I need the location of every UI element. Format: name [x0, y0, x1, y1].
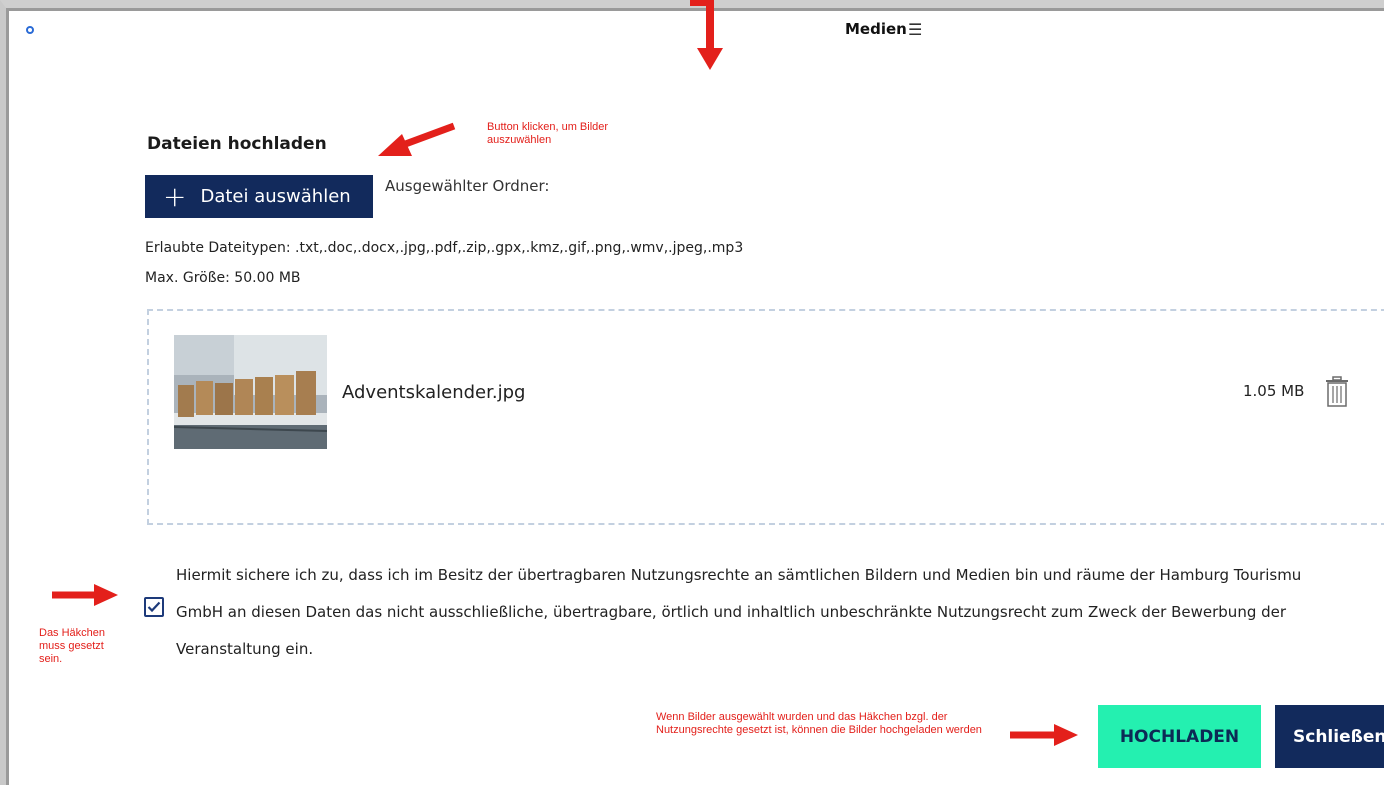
list-icon[interactable]: ☰	[908, 20, 922, 39]
section-title: Dateien hochladen	[147, 134, 327, 154]
consent-line-1: Hiermit sichere ich zu, dass ich im Besi…	[176, 566, 1302, 584]
annotation-arrow-left	[378, 122, 456, 156]
annotation-note-button: Button klicken, um Bilder auszuwählen	[487, 121, 609, 146]
consent-checkbox[interactable]	[144, 597, 164, 617]
file-size: 1.05 MB	[1243, 382, 1305, 400]
thumbnail-image	[174, 335, 327, 449]
selected-folder-label: Ausgewählter Ordner:	[385, 177, 550, 195]
plus-icon: +	[163, 179, 187, 213]
allowed-file-types: Erlaubte Dateitypen: .txt,.doc,.docx,.jp…	[145, 240, 744, 256]
checkmark-icon	[147, 601, 161, 613]
trash-icon[interactable]	[1325, 376, 1349, 408]
search-icon[interactable]	[26, 26, 34, 34]
file-thumbnail	[174, 335, 327, 449]
upload-button[interactable]: HOCHLADEN	[1098, 705, 1261, 768]
annotation-note-checkbox: Das Häkchen muss gesetzt sein.	[39, 627, 106, 665]
choose-file-button[interactable]: + Datei auswählen	[145, 175, 373, 218]
annotation-arrow-right-upload	[1010, 724, 1078, 746]
page-title: Medien	[845, 20, 907, 38]
consent-line-3: Veranstaltung ein.	[176, 640, 314, 658]
annotation-note-upload: Wenn Bilder ausgewählt wurden und das Hä…	[656, 711, 982, 736]
consent-line-2: GmbH an diesen Daten das nicht ausschlie…	[176, 603, 1287, 621]
close-button[interactable]: Schließen	[1275, 705, 1384, 768]
annotation-arrow-down	[690, 0, 723, 70]
file-dropzone[interactable]	[147, 309, 1384, 525]
file-name: Adventskalender.jpg	[342, 382, 526, 403]
annotation-arrow-right-checkbox	[52, 584, 118, 606]
choose-file-label: Datei auswählen	[200, 186, 351, 207]
max-file-size: Max. Größe: 50.00 MB	[145, 270, 301, 286]
consent-text: Hiermit sichere ich zu, dass ich im Besi…	[176, 557, 1384, 668]
